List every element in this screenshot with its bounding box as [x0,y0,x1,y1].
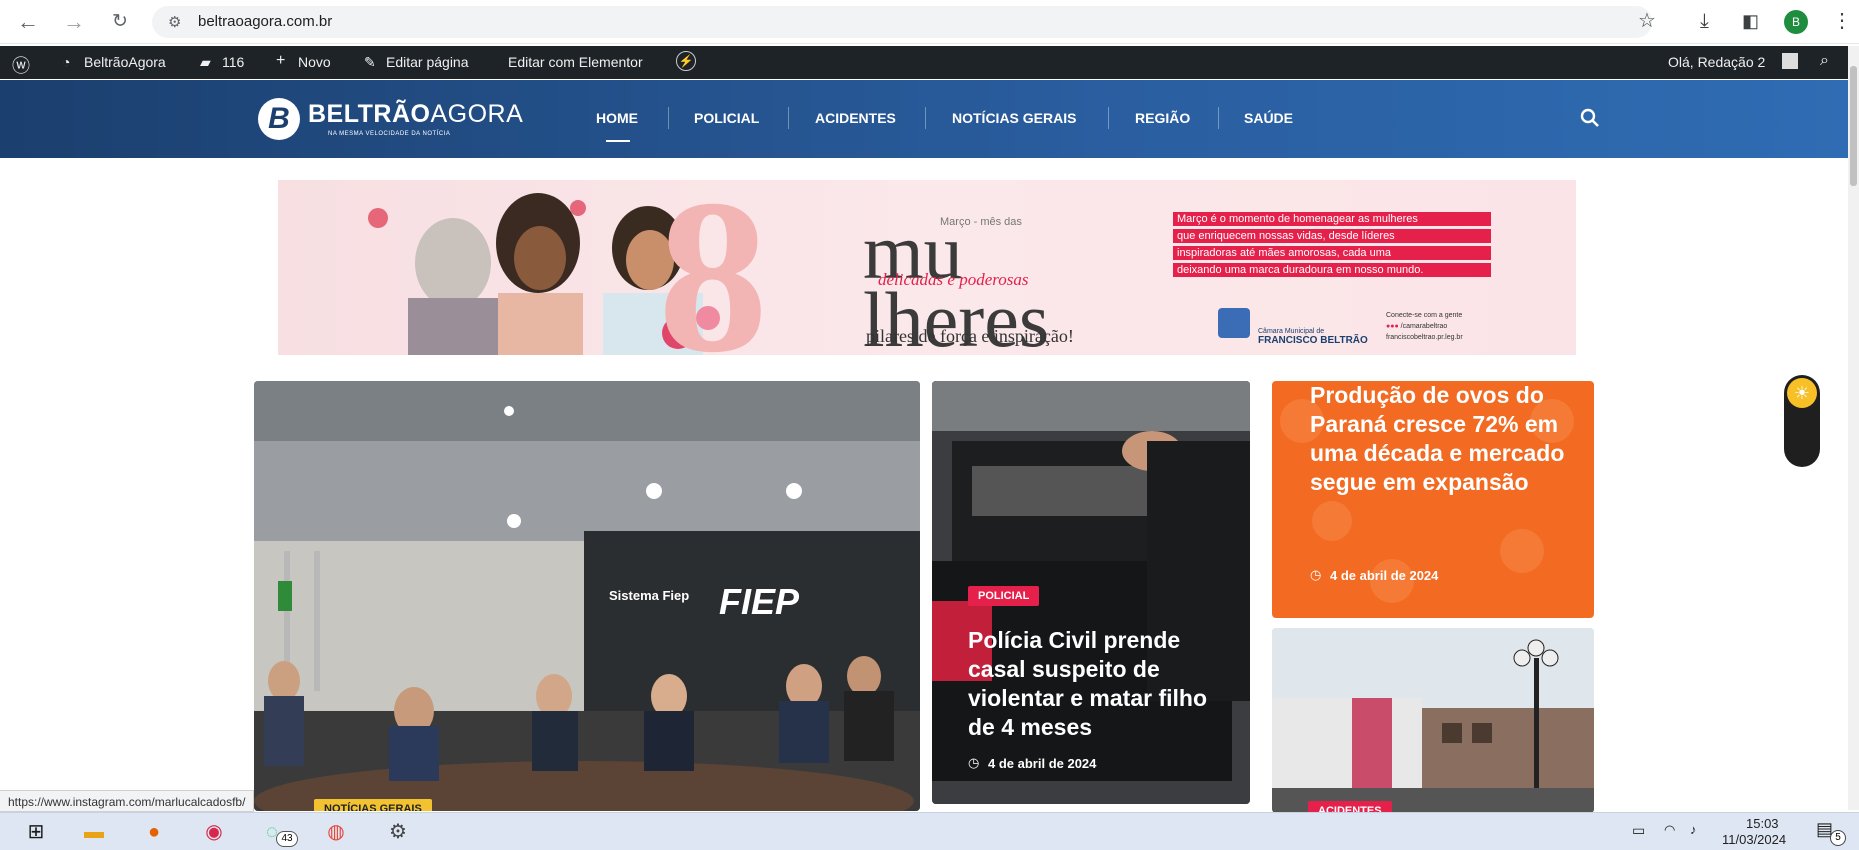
menu-active-indicator [606,140,630,142]
bookmark-star-icon[interactable]: ☆ [1638,9,1656,33]
site-header: B BELTRÃOAGORA NA MESMA VELOCIDADE DA NO… [0,80,1848,158]
address-bar[interactable]: ⚙ beltraoagora.com.br [152,6,1652,38]
menu-saude[interactable]: SAÚDE [1244,110,1293,126]
menu-separator [1108,107,1109,129]
sidepanel-icon[interactable]: ◧ [1742,9,1759,33]
policial-badge[interactable]: POLICIAL [968,586,1040,606]
social-line3: franciscobeltrao.pr.leg.br [1386,334,1463,341]
menu-acidentes[interactable]: ACIDENTES [815,110,896,126]
wp-admin-bar: ⓦ ◔ BeltrãoAgora ▰ 116 + Novo ✎ Editar p… [0,46,1859,79]
wordpress-icon[interactable]: ⓦ [12,52,30,78]
banner-message-line: deixando uma marca duradoura em nosso mu… [1173,263,1491,277]
url-text: beltraoagora.com.br [198,13,333,30]
accidents-post-photo [1272,628,1594,813]
menu-noticias-gerais[interactable]: NOTÍCIAS GERAIS [952,110,1076,126]
social-line1: Conecte-se com a gente [1386,312,1463,319]
menu-home[interactable]: HOME [596,110,638,126]
comments-icon[interactable]: ▰ [200,54,211,71]
banner-message: Março é o momento de homenagear as mulhe… [1173,212,1491,280]
chrome-icon[interactable]: ◍ [322,819,350,845]
site-search-icon[interactable] [1580,108,1600,128]
edit-page-link[interactable]: Editar página [386,54,469,70]
banner-subtitle: pilares de força e inspiração! [866,326,1074,346]
dashboard-icon[interactable]: ◔ [62,54,70,70]
link-status-url: https://www.instagram.com/marlucalcadosf… [0,790,255,812]
volume-icon[interactable]: ♪ [1690,822,1697,837]
firefox-icon[interactable]: ● [140,819,168,845]
clock-icon: ◷ [1310,567,1322,582]
post-card-acidentes[interactable]: ACIDENTES [1272,628,1594,813]
settings-gear-icon[interactable]: ⚙ [384,819,412,845]
new-content-link[interactable]: Novo [298,54,331,70]
admin-greeting[interactable]: Olá, Redação 2 [1668,54,1765,70]
whatsapp-badge: 43 [276,831,298,847]
post-card-ovos[interactable]: Produção de ovos do Paraná cresce 72% em… [1272,381,1594,618]
ovos-post-title[interactable]: Produção de ovos do Paraná cresce 72% em… [1310,381,1580,497]
sun-icon: ☀ [1787,378,1817,408]
site-settings-icon[interactable]: ⚙ [168,13,181,31]
social-icons: ●●● [1386,323,1399,330]
menu-separator [1218,107,1219,129]
clock-time[interactable]: 15:03 [1746,816,1779,831]
council-line2: FRANCISCO BELTRÃO [1258,335,1368,346]
menu-kebab-icon[interactable]: ⋮ [1832,9,1852,33]
policial-post-date: 4 de abril de 2024 [988,756,1097,771]
edit-elementor-link[interactable]: Editar com Elementor [508,54,643,70]
menu-separator [668,107,669,129]
clock-icon: ◷ [968,755,980,770]
banner-message-line: Março é o momento de homenagear as mulhe… [1173,212,1491,226]
wifi-icon[interactable]: ◠ [1664,822,1675,838]
profile-avatar[interactable]: B [1784,10,1808,34]
social-line2-row: ●●● /camarabeltrao [1386,321,1463,332]
social-line2: /camarabeltrao [1400,323,1448,330]
comments-count[interactable]: 116 [222,54,244,70]
banner-message-line: inspiradoras até mães amorosas, cada uma [1173,246,1491,260]
menu-separator [788,107,789,129]
browser-toolbar: ← → ↻ ⚙ beltraoagora.com.br ☆ ⤓ ◧ B ⋮ [0,0,1859,44]
reload-icon[interactable]: ↻ [106,8,134,36]
banner-number-8: 8 [658,180,768,355]
dark-mode-toggle[interactable]: ☀ [1784,375,1820,467]
logo-name-bold: BELTRÃO [308,100,431,128]
womens-month-banner[interactable]: 8 Março - mês das mu lheres delicadas e p… [278,180,1576,355]
elementor-icon[interactable]: ⚡ [676,51,696,71]
admin-site-name[interactable]: BeltrãoAgora [84,54,166,70]
featured-post-main[interactable]: Sistema Fiep FIEP NOTÍCIAS GERAIS [254,381,920,811]
pencil-icon[interactable]: ✎ [364,54,376,71]
logo-tagline: NA MESMA VELOCIDADE DA NOTÍCIA [328,131,451,137]
fiep-system-text: Sistema Fiep [609,588,690,603]
ovos-post-date: 4 de abril de 2024 [1330,568,1439,583]
menu-separator [925,107,926,129]
logo-b-icon: B [258,98,300,140]
admin-search-icon[interactable]: ⌕ [1820,52,1829,70]
file-explorer-icon[interactable]: ▬ [80,819,108,845]
battery-icon[interactable]: ▭ [1632,822,1645,839]
main-post-category-badge[interactable]: NOTÍCIAS GERAIS [314,799,432,811]
menu-regiao[interactable]: REGIÃO [1135,110,1190,126]
notifications-count: 5 [1830,830,1846,846]
banner-script-text: delicadas e poderosas [878,270,1029,289]
policial-post-title[interactable]: Polícia Civil prende casal suspeito de v… [968,626,1230,742]
vivaldi-icon[interactable]: ◉ [200,819,228,845]
plus-icon[interactable]: + [276,52,285,70]
main-post-photo [254,381,920,811]
scrollbar-thumb[interactable] [1850,66,1857,186]
menu-policial[interactable]: POLICIAL [694,110,759,126]
banner-social: Conecte-se com a gente ●●● /camarabeltra… [1386,310,1463,343]
post-card-policial[interactable]: POLICIAL Polícia Civil prende casal susp… [932,381,1250,804]
banner-message-line: que enriquecem nossas vidas, desde líder… [1173,229,1491,243]
council-line1: Câmara Municipal de [1258,328,1325,335]
clock-date[interactable]: 11/03/2024 [1722,832,1786,847]
fiep-logo: FIEP [719,581,800,622]
council-name: Câmara Municipal de FRANCISCO BELTRÃO [1218,328,1368,346]
admin-avatar[interactable] [1782,53,1798,69]
download-icon[interactable]: ⤓ [1700,9,1709,33]
forward-icon[interactable]: → [60,8,88,36]
windows-taskbar: ⊞ ▬ ● ◉ ◌ 43 ◍ ⚙ ▭ ◠ ♪ 15:03 11/03/2024 … [0,812,1859,850]
back-icon[interactable]: ← [14,8,42,36]
logo-name-light: AGORA [430,100,524,128]
page-scrollbar[interactable] [1848,46,1859,810]
windows-start-icon[interactable]: ⊞ [22,819,50,845]
